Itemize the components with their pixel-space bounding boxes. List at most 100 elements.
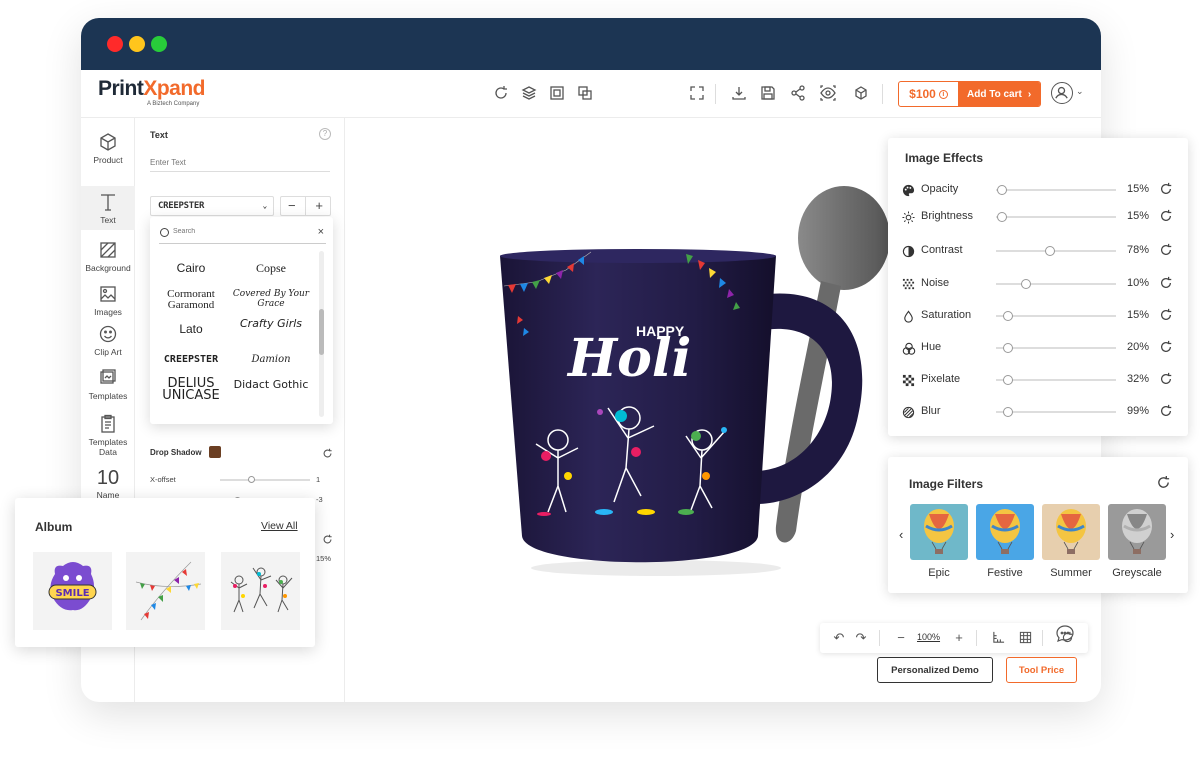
minimize-dot[interactable] — [129, 36, 145, 52]
slider-knob[interactable] — [997, 212, 1007, 222]
font-option[interactable]: Damion — [231, 354, 311, 365]
zoom-in-icon[interactable]: + — [952, 631, 966, 645]
3d-view-icon[interactable] — [853, 85, 869, 101]
sidebar-item-product[interactable]: Product — [81, 132, 135, 178]
user-avatar-icon[interactable] — [1051, 82, 1073, 104]
preview-eye-icon[interactable] — [820, 85, 836, 101]
ruler-icon[interactable] — [991, 631, 1005, 645]
add-to-cart-button[interactable]: Add To cart › — [958, 82, 1041, 106]
slider-knob[interactable] — [1021, 279, 1031, 289]
text-input[interactable] — [150, 154, 330, 172]
info-icon[interactable]: i — [938, 89, 948, 99]
fullscreen-icon[interactable] — [689, 85, 705, 101]
font-list-scrollbar[interactable] — [319, 251, 324, 417]
refresh-icon[interactable] — [1159, 372, 1173, 386]
slider-knob[interactable] — [1003, 375, 1013, 385]
slider-knob[interactable] — [1003, 407, 1013, 417]
album-thumb-smile[interactable]: SMILE — [33, 552, 112, 630]
font-option[interactable]: Cairo — [151, 262, 231, 274]
tool-price-button[interactable]: Tool Price — [1006, 657, 1077, 683]
zoom-out-icon[interactable]: − — [894, 631, 908, 645]
refresh-icon[interactable] — [1159, 182, 1173, 196]
slider-knob[interactable] — [1003, 311, 1013, 321]
personalized-demo-button[interactable]: Personalized Demo — [877, 657, 993, 683]
font-option[interactable]: Crafty Girls — [231, 318, 311, 329]
refresh-icon[interactable] — [1159, 308, 1173, 322]
slider-knob[interactable] — [997, 185, 1007, 195]
chevron-right-icon[interactable]: › — [1170, 527, 1174, 542]
undo-icon[interactable]: ↶ — [832, 631, 846, 645]
effect-slider[interactable] — [996, 212, 1116, 222]
font-option[interactable]: Didact Gothic — [231, 379, 311, 390]
refresh-icon[interactable] — [1159, 243, 1173, 257]
font-option[interactable]: CREEPSTER — [151, 354, 231, 365]
effect-slider[interactable] — [996, 375, 1116, 385]
sidebar-item-clip-art[interactable]: Clip Art — [81, 324, 135, 364]
font-option[interactable]: DELIUS UNICASE — [151, 377, 231, 402]
reset-icon[interactable] — [493, 85, 509, 101]
slider-knob[interactable] — [1003, 343, 1013, 353]
font-search-input[interactable] — [173, 228, 303, 235]
chevron-left-icon[interactable]: ‹ — [899, 527, 903, 542]
duplicate-icon[interactable] — [577, 85, 593, 101]
zoom-level[interactable]: 100% — [917, 632, 940, 642]
download-icon[interactable] — [731, 85, 747, 101]
sidebar-item-templates-data[interactable]: Templates Data — [81, 414, 135, 460]
filter-thumbnail[interactable] — [910, 504, 968, 560]
album-thumb-bunting[interactable] — [126, 552, 205, 630]
effect-slider[interactable] — [996, 246, 1116, 256]
effect-slider[interactable] — [996, 311, 1116, 321]
layers-icon[interactable] — [521, 85, 537, 101]
plus-icon[interactable]: + — [315, 197, 323, 215]
view-all-link[interactable]: View All — [261, 520, 298, 532]
filter-thumbnail[interactable] — [976, 504, 1034, 560]
slider-knob[interactable] — [248, 476, 255, 483]
sidebar-item-templates[interactable]: Templates — [81, 368, 135, 408]
refresh-icon[interactable] — [322, 532, 333, 544]
effect-slider[interactable] — [996, 407, 1116, 417]
share-icon[interactable] — [790, 85, 806, 101]
filter-thumbnail[interactable] — [1042, 504, 1100, 560]
effect-slider[interactable] — [996, 343, 1116, 353]
filter-greyscale[interactable]: Greyscale — [1108, 504, 1166, 579]
save-icon[interactable] — [760, 85, 776, 101]
font-option[interactable]: Covered By Your Grace — [231, 289, 311, 309]
font-option[interactable]: Cormorant Garamond — [151, 289, 231, 311]
help-icon[interactable]: ? — [319, 128, 331, 140]
chat-icon[interactable] — [1054, 624, 1076, 644]
sidebar-item-images[interactable]: Images — [81, 284, 135, 324]
sidebar-item-background[interactable]: Background — [81, 240, 135, 280]
frame-icon[interactable] — [549, 85, 565, 101]
refresh-icon[interactable] — [1159, 276, 1173, 290]
chevron-down-icon[interactable]: ⌄ — [1076, 86, 1084, 97]
mug-product-image[interactable]: HAPPY Holi — [496, 186, 896, 586]
refresh-icon[interactable] — [1159, 209, 1173, 223]
font-family-select[interactable]: CREEPSTER ⌄ — [150, 196, 274, 216]
drop-shadow-color-swatch[interactable] — [209, 446, 221, 458]
filter-thumbnail[interactable] — [1108, 504, 1166, 560]
filter-epic[interactable]: Epic — [910, 504, 968, 579]
refresh-icon[interactable] — [1159, 404, 1173, 418]
refresh-icon[interactable] — [1159, 340, 1173, 354]
album-thumb-dancers[interactable] — [221, 552, 300, 630]
effect-slider[interactable] — [996, 279, 1116, 289]
grid-icon[interactable] — [1018, 631, 1032, 645]
slider-knob[interactable] — [1045, 246, 1055, 256]
sidebar-item-text[interactable]: Text — [81, 186, 135, 230]
refresh-icon[interactable] — [1156, 475, 1171, 490]
filter-festive[interactable]: Festive — [976, 504, 1034, 579]
font-option[interactable]: Lato — [151, 323, 231, 335]
price-cart-group: $100 i Add To cart › — [898, 81, 1042, 107]
scrollbar-thumb[interactable] — [319, 309, 324, 355]
filter-summer[interactable]: Summer — [1042, 504, 1100, 579]
font-option[interactable]: Copse — [231, 262, 311, 274]
font-size-stepper[interactable]: − + — [280, 196, 331, 216]
x-offset-slider[interactable] — [220, 476, 310, 483]
close-icon[interactable]: × — [318, 226, 324, 238]
refresh-icon[interactable] — [322, 446, 333, 458]
redo-icon[interactable]: ↷ — [854, 631, 868, 645]
maximize-dot[interactable] — [151, 36, 167, 52]
close-dot[interactable] — [107, 36, 123, 52]
minus-icon[interactable]: − — [288, 197, 296, 215]
effect-slider[interactable] — [996, 185, 1116, 195]
